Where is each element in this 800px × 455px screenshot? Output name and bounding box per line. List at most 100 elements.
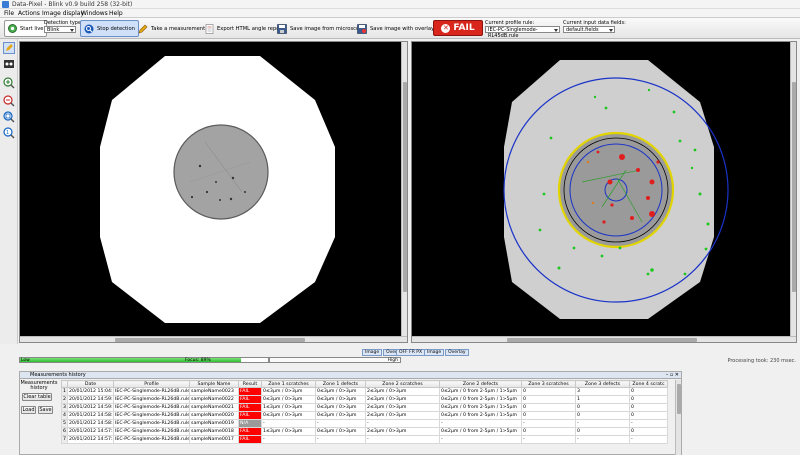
load-button[interactable]: Load [21, 406, 36, 414]
input-fields-select[interactable]: default.fields [563, 26, 615, 33]
table-cell: 0 [521, 411, 576, 420]
column-header[interactable]: Profile [113, 380, 190, 388]
menu-bar: File Actions Image display Windows Help [0, 9, 800, 18]
table-cell: - [439, 435, 522, 444]
scroll-thumb[interactable] [507, 338, 697, 342]
detection-type: Detection type: Blink [44, 20, 83, 33]
floppy-overlay-icon [357, 23, 367, 34]
zoom-reset-icon[interactable]: 1 [3, 127, 15, 139]
table-cell: IEC-PC-Singlemode-RL26dB.rule [113, 427, 190, 436]
profile-rule: Current profile rule: IEC-PC-Singlemode-… [485, 20, 560, 39]
overlay-view-horizontal-scrollbar[interactable] [412, 336, 796, 342]
menu-windows[interactable]: Windows [81, 10, 108, 17]
table-cell: 20/01/2012 14:57:45 [67, 427, 114, 436]
detection-type-select[interactable]: Blink [44, 26, 76, 33]
column-header[interactable]: Zone 3 defects [575, 380, 630, 388]
menu-image-display[interactable]: Image display [42, 10, 84, 17]
table-row[interactable]: 220/01/2012 14:59:25IEC-PC-Singlemode-RL… [61, 395, 668, 404]
column-header[interactable]: Zone 1 defects [315, 380, 366, 388]
table-cell: sampleName0021 [189, 403, 239, 412]
save-overlay-button[interactable]: Save image with overlay [354, 20, 437, 37]
menu-file[interactable]: File [4, 10, 14, 17]
table-cell: 0 [521, 395, 576, 404]
table-cell: IEC-PC-Singlemode-RL26dB.rule [113, 411, 190, 420]
history-vertical-scrollbar[interactable] [675, 380, 681, 455]
table-cell: 1≤3μm / 0>3μm [261, 403, 316, 412]
panel-controls[interactable]: – ▫ ✕ [666, 372, 679, 378]
app-icon [2, 1, 9, 8]
table-cell: 0 [629, 403, 668, 412]
table-row[interactable]: 120/01/2012 15:04:16IEC-PC-Singlemode-RL… [61, 387, 668, 396]
table-cell: - [365, 435, 440, 444]
table-cell: 2≤3μm / 0>3μm [365, 387, 440, 396]
scroll-thumb[interactable] [403, 82, 407, 292]
table-row[interactable]: 620/01/2012 14:57:45IEC-PC-Singlemode-RL… [61, 427, 668, 436]
save-overlay-label: Save image with overlay [370, 25, 435, 32]
raw-image-view[interactable] [19, 41, 408, 343]
tab-overlay-right[interactable]: Overlay [445, 349, 469, 356]
zoom-in-icon[interactable] [3, 77, 15, 89]
start-live-label: Start live [20, 25, 44, 32]
table-cell: 0≤3μm / 0>3μm [261, 387, 316, 396]
menu-actions[interactable]: Actions [18, 10, 40, 17]
table-cell: - [261, 435, 316, 444]
save-button[interactable]: Save [38, 406, 53, 414]
column-header[interactable]: Sample Name [189, 380, 239, 388]
column-header[interactable]: Zone 4 scratc [629, 380, 668, 388]
overlay-view-vertical-scrollbar[interactable] [790, 42, 796, 342]
scroll-thumb[interactable] [792, 82, 796, 292]
zoom-fit-icon[interactable] [3, 111, 15, 123]
fiber-overlay-image [503, 60, 729, 319]
column-header[interactable]: Zone 3 scratches [521, 380, 576, 388]
column-header[interactable]: Date [67, 380, 114, 388]
table-cell: IEC-PC-Singlemode-RL26dB.rule [113, 395, 190, 404]
column-header[interactable]: Zone 1 scratches [261, 380, 316, 388]
table-cell: 0≤3μm / 0>3μm [261, 411, 316, 420]
input-fields: Current input data fields: default.field… [563, 20, 626, 33]
table-cell: 0 [521, 387, 576, 396]
fiber-endface-image [100, 56, 335, 323]
menu-help[interactable]: Help [109, 10, 123, 17]
chevron-down-icon [70, 29, 74, 32]
stop-detection-button[interactable]: Stop detection [80, 20, 139, 37]
table-row[interactable]: 420/01/2012 14:58:50IEC-PC-Singlemode-RL… [61, 411, 668, 420]
start-live-button[interactable]: Start live [4, 20, 48, 37]
error-icon: ✕ [441, 23, 451, 33]
column-header[interactable]: Zone 2 scratches [365, 380, 440, 388]
table-cell: - [521, 435, 576, 444]
profile-rule-select[interactable]: IEC-PC-Singlemode-RL45dB.rule [485, 26, 560, 39]
tab-image-left[interactable]: Image [362, 349, 383, 356]
column-header[interactable]: Zone 2 defects [439, 380, 522, 388]
column-header[interactable]: Result [238, 380, 262, 388]
raw-view-vertical-scrollbar[interactable] [401, 42, 407, 342]
history-side-controls: Measurements history Clear table Load Sa… [20, 380, 60, 455]
scroll-thumb[interactable] [677, 384, 681, 414]
take-measurement-button[interactable]: Take a measurement [135, 20, 208, 37]
table-cell: - [629, 419, 668, 428]
annotate-icon[interactable] [3, 42, 15, 54]
table-cell: 2≤3μm / 0>3μm [365, 395, 440, 404]
table-cell: 1≤3μm / 0>3μm [261, 427, 316, 436]
table-cell: 0 [629, 395, 668, 404]
table-cell: 0≤3μm / 0>3μm [261, 395, 316, 404]
measurements-history-panel: Measurements history – ▫ ✕ Measurements … [19, 371, 682, 455]
table-cell: - [629, 435, 668, 444]
table-row[interactable]: 320/01/2012 14:59:02IEC-PC-Singlemode-RL… [61, 403, 668, 412]
result-cell: FAIL [238, 395, 262, 404]
zoom-out-icon[interactable] [3, 95, 15, 107]
table-row[interactable]: 720/01/2012 14:57:40IEC-PC-Singlemode-RL… [61, 435, 668, 444]
raw-view-horizontal-scrollbar[interactable] [20, 336, 407, 342]
tab-image-right[interactable]: Image [424, 349, 445, 356]
view-tabs-mid: OFF FR PX [396, 349, 426, 356]
table-cell: 0≤2μm / 0 from 2-5μm / 1>5μm [439, 403, 522, 412]
tab-mode[interactable]: OFF FR PX [396, 349, 426, 356]
table-cell: IEC-PC-Singlemode-RL26dB.rule [113, 403, 190, 412]
scroll-thumb[interactable] [115, 338, 305, 342]
overlay-image-view[interactable] [411, 41, 797, 343]
table-cell: sampleName0023 [189, 387, 239, 396]
table-cell: 0 [629, 411, 668, 420]
clear-table-button[interactable]: Clear table [22, 393, 52, 401]
film-icon[interactable] [3, 58, 15, 70]
table-row[interactable]: 520/01/2012 14:58:48IEC-PC-Singlemode-RL… [61, 419, 668, 428]
input-fields-value: default.fields [566, 27, 599, 33]
